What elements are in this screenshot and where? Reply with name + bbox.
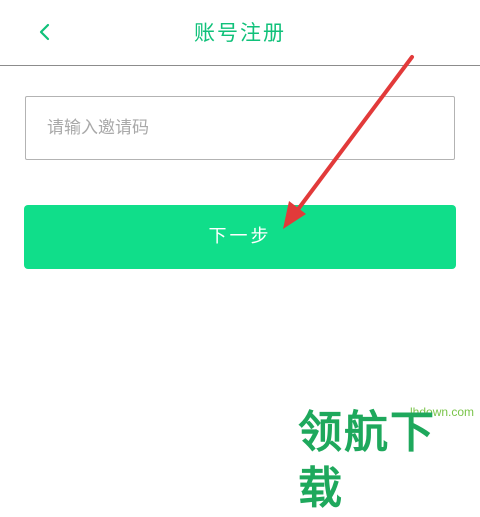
next-step-button[interactable]: 下一步: [24, 205, 456, 269]
page-title: 账号注册: [194, 21, 286, 45]
app-header: 账号注册: [0, 0, 480, 66]
watermark-brand: 领航下载: [298, 407, 436, 514]
invite-code-input[interactable]: [25, 96, 455, 160]
